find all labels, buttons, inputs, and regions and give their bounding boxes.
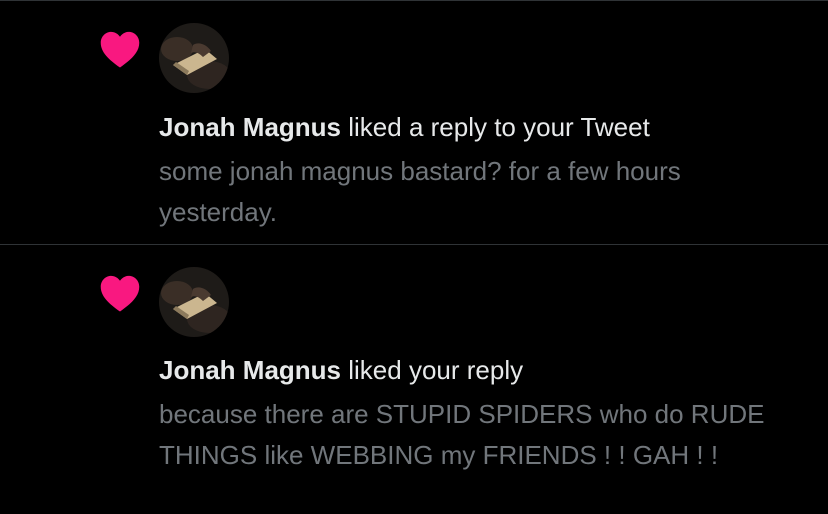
user-name-link[interactable]: Jonah Magnus [159,355,341,385]
heart-icon [100,31,140,68]
action-text: liked your reply [348,355,524,385]
tweet-text[interactable]: some jonah magnus bastard? for a few hou… [159,151,799,233]
heart-icon [100,275,140,312]
tweet-text[interactable]: because there are STUPID SPIDERS who do … [159,394,799,476]
notification-item[interactable]: Jonah Magnus liked a reply to your Tweet… [0,1,828,244]
user-name-link[interactable]: Jonah Magnus [159,112,341,142]
avatar[interactable] [159,267,229,337]
avatar[interactable] [159,23,229,93]
notification-headline: Jonah Magnus liked your reply [159,354,523,386]
notification-headline: Jonah Magnus liked a reply to your Tweet [159,111,650,143]
action-text: liked a reply to your Tweet [348,112,650,142]
notification-item[interactable]: Jonah Magnus liked your reply because th… [0,245,828,514]
